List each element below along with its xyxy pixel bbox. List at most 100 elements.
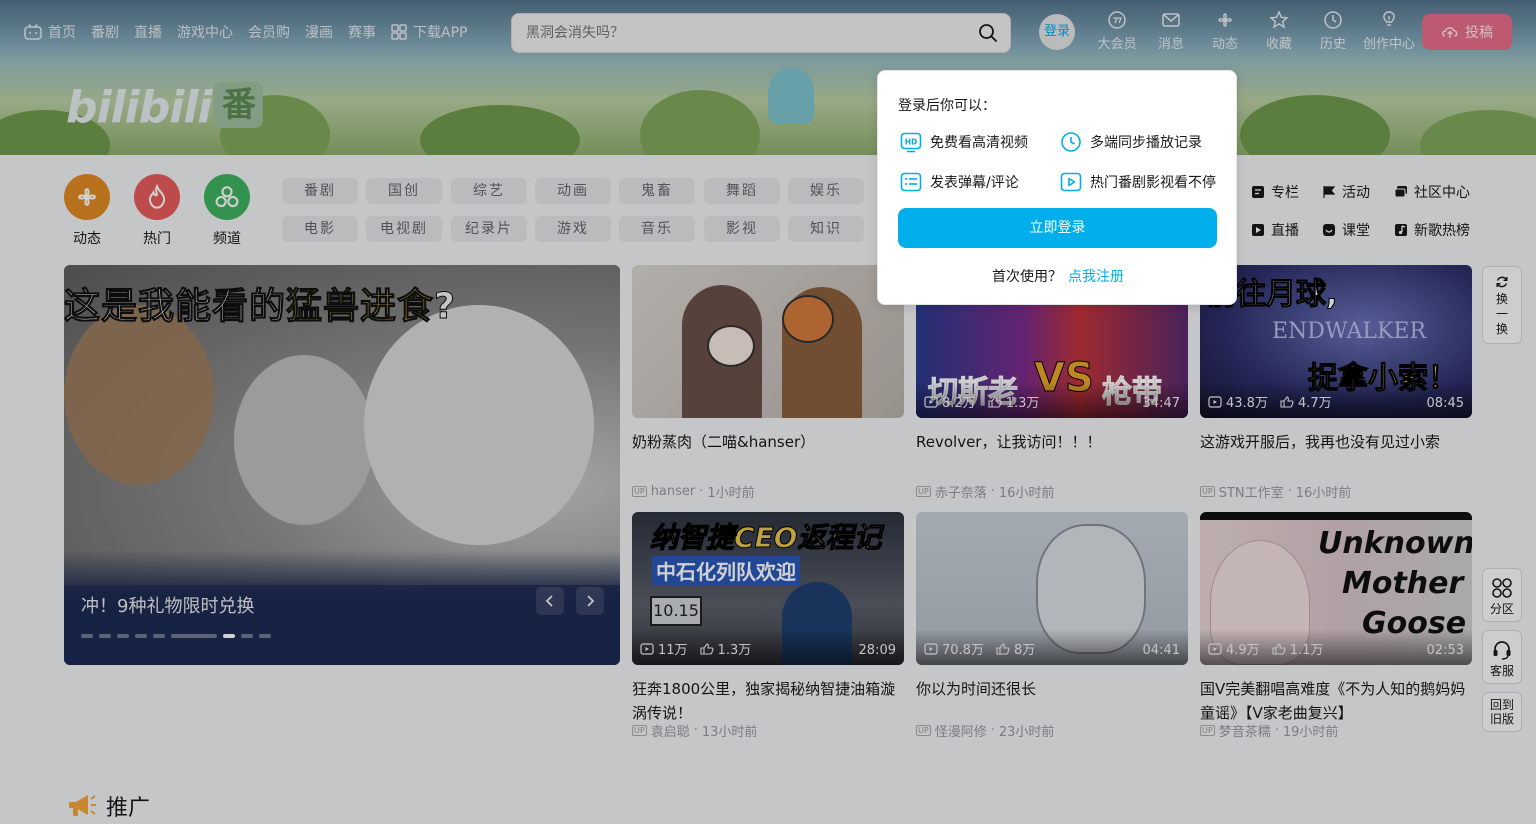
video-title[interactable]: 这游戏开服后，我再也没有见过小索 bbox=[1200, 430, 1472, 478]
carousel-dot-active[interactable] bbox=[223, 634, 235, 638]
thumb-meter: 10.15 bbox=[650, 596, 702, 626]
video-author[interactable]: 梦音茶糯 bbox=[1219, 721, 1271, 740]
video-thumbnail[interactable] bbox=[632, 265, 904, 418]
customer-service-label: 客服 bbox=[1489, 664, 1514, 678]
video-thumbnail[interactable]: 纳智捷CEO返程记 中石化列队欢迎 10.15 11万 1.3万 28:09 bbox=[632, 512, 904, 665]
channel-chip[interactable]: 舞蹈 bbox=[704, 178, 780, 204]
channel-chip[interactable]: 知识 bbox=[788, 216, 864, 242]
carousel-dot[interactable] bbox=[117, 634, 129, 638]
channel-chip[interactable]: 音乐 bbox=[619, 216, 695, 242]
nav-left: 首页 番剧 直播 游戏中心 会员购 漫画 赛事 下载APP bbox=[24, 22, 482, 42]
mail-icon bbox=[1162, 13, 1180, 27]
bilibili-logo[interactable]: bilibili 番 bbox=[66, 82, 264, 133]
channel-link-community[interactable]: 社区中心 bbox=[1394, 182, 1470, 202]
video-title[interactable]: 奶粉蒸肉（二喵&hanser） bbox=[632, 430, 904, 478]
video-thumbnail[interactable]: Unknown Mother Goose 4.9万 1.1万 02:53 bbox=[1200, 512, 1472, 665]
channel-link-class[interactable]: 课堂 bbox=[1322, 220, 1370, 240]
nav-manga[interactable]: 漫画 bbox=[305, 22, 333, 42]
refresh-button[interactable]: 换一换 bbox=[1482, 266, 1522, 344]
dynamic-entry[interactable]: 动态 bbox=[1198, 10, 1252, 52]
creator-center-entry[interactable]: 创作中心 bbox=[1360, 10, 1418, 52]
search-input[interactable] bbox=[526, 23, 966, 43]
feature-hd: HD 免费看高清视频 bbox=[900, 131, 1028, 153]
channel-link-activity[interactable]: 活动 bbox=[1322, 182, 1370, 202]
nav-download-app[interactable]: 下载APP bbox=[391, 22, 467, 42]
favorite-entry[interactable]: 收藏 bbox=[1252, 10, 1306, 52]
video-title[interactable]: Revolver，让我访问！！！ bbox=[916, 430, 1188, 478]
history-entry[interactable]: 历史 bbox=[1306, 10, 1360, 52]
carousel-title[interactable]: 冲！9种礼物限时兑换 bbox=[81, 592, 254, 618]
video-stats: 43.8万 4.7万 08:45 bbox=[1200, 382, 1472, 418]
channel-chip[interactable]: 国创 bbox=[366, 178, 442, 204]
video-author[interactable]: 袁启聪 bbox=[651, 721, 690, 740]
customer-service-button[interactable]: 客服 bbox=[1482, 630, 1522, 684]
channel-link-live[interactable]: 直播 bbox=[1251, 220, 1299, 240]
carousel-dot[interactable] bbox=[81, 634, 93, 638]
channel-chip[interactable]: 游戏 bbox=[535, 216, 611, 242]
channel-chip[interactable]: 动画 bbox=[535, 178, 611, 204]
login-now-button[interactable]: 立即登录 bbox=[898, 208, 1217, 248]
banner-bush bbox=[1420, 110, 1536, 155]
quick-dynamic[interactable]: 动态 bbox=[64, 174, 110, 248]
section-button[interactable]: 分区 bbox=[1482, 568, 1522, 622]
carousel-dot[interactable] bbox=[259, 634, 271, 638]
view-count-value: 8.2万 bbox=[942, 396, 976, 411]
channel-chip[interactable]: 鬼畜 bbox=[619, 178, 695, 204]
quick-hot[interactable]: 热门 bbox=[134, 174, 180, 248]
channel-link-music[interactable]: 新歌热榜 bbox=[1394, 220, 1470, 240]
message-entry[interactable]: 消息 bbox=[1144, 10, 1198, 52]
video-author[interactable]: 怪漫阿修 bbox=[935, 721, 987, 740]
upload-button[interactable]: 投稿 bbox=[1422, 14, 1512, 50]
quick-channel[interactable]: 频道 bbox=[204, 174, 250, 248]
video-card[interactable]: 前往月球, ENDWALKER 捉拿小索！ 43.8万 4.7万 08:45 这… bbox=[1200, 265, 1472, 501]
video-author[interactable]: hanser bbox=[651, 484, 696, 499]
channel-chip[interactable]: 番剧 bbox=[282, 178, 358, 204]
register-link[interactable]: 点我注册 bbox=[1068, 269, 1124, 285]
channel-link-class-label: 课堂 bbox=[1342, 223, 1370, 239]
community-icon bbox=[1394, 186, 1407, 198]
carousel-prev-button[interactable] bbox=[536, 587, 564, 615]
channel-chip[interactable]: 纪录片 bbox=[451, 216, 527, 242]
nav-game-center[interactable]: 游戏中心 bbox=[177, 22, 233, 42]
video-author[interactable]: STN工作室 bbox=[1219, 482, 1284, 501]
video-author[interactable]: 赤子奈落 bbox=[935, 482, 987, 501]
video-title[interactable]: 狂奔1800公里，独家揭秘纳智捷油箱漩涡传说！ bbox=[632, 677, 904, 725]
channel-chip[interactable]: 娱乐 bbox=[788, 178, 864, 204]
video-title[interactable]: 国V完美翻唱高难度《不为人知的鹅妈妈童谣》【V家老曲复兴】 bbox=[1200, 677, 1472, 725]
vip-entry[interactable]: 大会员 bbox=[1090, 10, 1144, 52]
video-thumbnail[interactable]: 70.8万 8万 04:41 bbox=[916, 512, 1188, 665]
video-time: 13小时前 bbox=[701, 725, 758, 740]
old-version-button[interactable]: 回到旧版 bbox=[1482, 692, 1522, 732]
channel-chip[interactable]: 电影 bbox=[282, 216, 358, 242]
login-avatar-button[interactable]: 登录 bbox=[1039, 14, 1075, 50]
video-card[interactable]: Unknown Mother Goose 4.9万 1.1万 02:53 国V完… bbox=[1200, 512, 1472, 740]
carousel-dot[interactable] bbox=[171, 634, 217, 638]
nav-home[interactable]: 首页 bbox=[24, 22, 76, 42]
video-card[interactable]: 纳智捷CEO返程记 中石化列队欢迎 10.15 11万 1.3万 28:09 狂… bbox=[632, 512, 904, 740]
music-icon bbox=[1395, 224, 1407, 236]
nav-home-label: 首页 bbox=[48, 25, 76, 41]
up-badge-icon: UP bbox=[1200, 725, 1215, 736]
nav-live[interactable]: 直播 bbox=[134, 22, 162, 42]
featured-carousel[interactable]: 这是我能看的猛兽进食? 冲！9种礼物限时兑换 bbox=[64, 265, 620, 665]
video-thumbnail[interactable]: 前往月球, ENDWALKER 捉拿小索！ 43.8万 4.7万 08:45 bbox=[1200, 265, 1472, 418]
channel-chip[interactable]: 电视剧 bbox=[366, 216, 442, 242]
channel-link-column[interactable]: 专栏 bbox=[1251, 182, 1299, 202]
video-card[interactable]: 奶粉蒸肉（二喵&hanser） UP hanser · 1小时前 bbox=[632, 265, 904, 501]
channel-chip[interactable]: 影视 bbox=[704, 216, 780, 242]
nav-bangumi[interactable]: 番剧 bbox=[91, 22, 119, 42]
nav-esports[interactable]: 赛事 bbox=[348, 22, 376, 42]
carousel-next-button[interactable] bbox=[576, 587, 604, 615]
nav-member-shop[interactable]: 会员购 bbox=[248, 22, 290, 42]
video-card[interactable]: 70.8万 8万 04:41 你以为时间还很长 UP 怪漫阿修 · 23小时前 bbox=[916, 512, 1188, 740]
search-icon[interactable] bbox=[978, 23, 998, 47]
video-title[interactable]: 你以为时间还很长 bbox=[916, 677, 1188, 725]
carousel-dot[interactable] bbox=[153, 634, 165, 638]
thumb-meter-value: 10.15 bbox=[653, 601, 699, 620]
register-prompt: 首次使用？ 点我注册 bbox=[878, 266, 1238, 286]
carousel-dot[interactable] bbox=[241, 634, 253, 638]
carousel-dot[interactable] bbox=[99, 634, 111, 638]
channel-chip[interactable]: 综艺 bbox=[451, 178, 527, 204]
chevron-left-icon bbox=[545, 595, 553, 607]
carousel-dot[interactable] bbox=[135, 634, 147, 638]
